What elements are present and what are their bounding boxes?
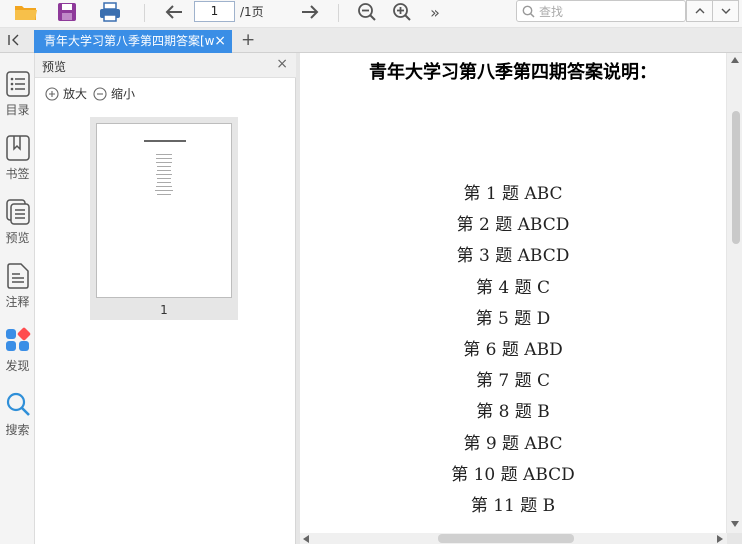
answer-line: 第 9 题 ABC — [463, 433, 563, 454]
annotation-icon — [6, 263, 29, 289]
document-view: 青年大学习第八季第四期答案说明： 第 1 题 ABC 第 2 题 ABCD 第 … — [296, 53, 742, 544]
sidebar-item-label: 目录 — [5, 103, 30, 117]
preview-panel-title: 预览 — [42, 60, 67, 74]
page-total-label: /1页 — [240, 5, 264, 19]
left-sidebar: 目录 书签 预览 注释 发现 搜索 — [0, 53, 35, 544]
document-page: 青年大学习第八季第四期答案说明： 第 1 题 ABC 第 2 题 ABCD 第 … — [300, 53, 726, 533]
discover-apps-icon — [5, 327, 30, 351]
tab-bar: 青年大学习第八季第四期答案[w × + — [0, 28, 742, 53]
chevron-down-icon — [721, 8, 730, 14]
more-tools-button[interactable]: » — [426, 0, 444, 24]
sidebar-item-label: 发现 — [5, 359, 30, 373]
toc-list-icon — [5, 71, 30, 97]
answer-line: 第 11 题 B — [470, 495, 556, 516]
minus-circle-icon — [93, 86, 107, 101]
preview-panel: 预览 × 放大 缩小 1 — [35, 53, 296, 544]
answer-line: 第 7 题 C — [475, 371, 551, 392]
sidebar-item-toc[interactable]: 目录 — [0, 71, 35, 118]
thumbnail-zoom-in-button[interactable]: 放大 — [45, 85, 87, 102]
answer-line: 第 4 题 C — [475, 277, 551, 298]
preview-pages-icon — [5, 199, 30, 225]
page-thumbnail[interactable]: 1 — [90, 117, 238, 320]
search-next-button[interactable] — [712, 0, 739, 22]
horizontal-scrollbar[interactable] — [300, 533, 727, 544]
add-tab-button[interactable]: + — [241, 30, 255, 50]
bookmark-icon — [5, 135, 30, 161]
thumbnail-page-image — [96, 123, 232, 298]
open-folder-icon[interactable] — [12, 0, 40, 24]
answer-list: 第 1 题 ABC 第 2 题 ABCD 第 3 题 ABCD 第 4 题 C … — [300, 179, 726, 522]
zoom-in-label: 放大 — [63, 87, 88, 101]
sidebar-item-search[interactable]: 搜索 — [0, 391, 35, 438]
sidebar-item-preview[interactable]: 预览 — [0, 199, 35, 246]
sidebar-item-label: 注释 — [5, 295, 30, 309]
save-icon[interactable] — [56, 0, 78, 24]
toolbar-divider — [338, 4, 339, 22]
zoom-out-label: 缩小 — [111, 87, 136, 101]
collapse-sidebar-button[interactable] — [4, 31, 24, 49]
answer-line: 第 1 题 ABC — [463, 184, 563, 204]
panel-close-icon[interactable]: × — [276, 56, 288, 72]
sidebar-item-label: 预览 — [5, 231, 30, 245]
preview-panel-header: 预览 × — [35, 53, 296, 78]
answer-line: 第 10 题 ABCD — [451, 464, 575, 485]
prev-page-arrow-icon[interactable] — [162, 0, 186, 24]
tab-document[interactable]: 青年大学习第八季第四期答案[w × — [34, 30, 232, 53]
thumbnail-text-lines — [144, 140, 186, 195]
toolbar-divider — [144, 4, 145, 22]
tab-close-icon[interactable]: × — [214, 30, 226, 52]
scroll-down-arrow-icon[interactable] — [731, 521, 739, 527]
sidebar-item-label: 书签 — [5, 167, 30, 181]
thumbnail-page-number: 1 — [160, 303, 168, 317]
scroll-up-arrow-icon[interactable] — [731, 57, 739, 63]
search-placeholder: 查找 — [539, 5, 564, 19]
vertical-scroll-thumb[interactable] — [732, 111, 740, 244]
sidebar-item-label: 搜索 — [5, 423, 30, 437]
scroll-left-arrow-icon[interactable] — [303, 535, 309, 543]
zoom-in-icon[interactable] — [391, 0, 413, 24]
tab-document-title: 青年大学习第八季第四期答案[w — [44, 34, 214, 48]
sidebar-item-discover[interactable]: 发现 — [0, 327, 35, 374]
search-icon — [522, 5, 535, 18]
answer-line: 第 5 题 D — [475, 308, 551, 329]
thumbnail-zoom-controls: 放大 缩小 — [45, 85, 141, 102]
next-page-arrow-icon[interactable] — [298, 0, 322, 24]
answer-line: 第 3 题 ABCD — [456, 246, 570, 267]
search-prev-button[interactable] — [686, 0, 713, 22]
sidebar-item-bookmarks[interactable]: 书签 — [0, 135, 35, 182]
zoom-out-icon[interactable] — [356, 0, 378, 24]
magnifier-icon — [6, 392, 30, 416]
chevron-up-icon — [695, 8, 704, 14]
collapse-left-icon — [8, 34, 19, 46]
print-icon[interactable] — [97, 0, 123, 24]
sidebar-item-annotations[interactable]: 注释 — [0, 263, 35, 310]
scroll-right-arrow-icon[interactable] — [717, 535, 723, 543]
document-title: 青年大学习第八季第四期答案说明： — [369, 62, 657, 83]
search-input[interactable]: 查找 — [516, 0, 686, 22]
toolbar: 1 /1页 » 查找 — [0, 0, 742, 28]
page-number-input[interactable]: 1 — [194, 1, 235, 22]
answer-line: 第 6 题 ABD — [463, 339, 563, 360]
answer-line: 第 8 题 B — [476, 402, 550, 423]
vertical-scrollbar[interactable] — [727, 53, 742, 533]
horizontal-scroll-thumb[interactable] — [438, 534, 574, 543]
answer-line: 第 2 题 ABCD — [456, 215, 570, 236]
plus-circle-icon — [45, 86, 59, 101]
thumbnail-zoom-out-button[interactable]: 缩小 — [93, 85, 135, 102]
